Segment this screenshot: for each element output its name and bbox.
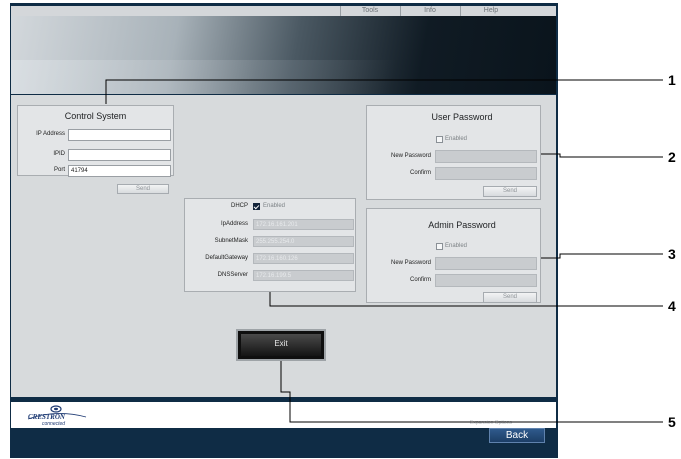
callout-4: 4 [668,298,676,314]
callout-lines [105,79,663,423]
callout-5: 5 [668,414,676,430]
callout-3: 3 [668,246,676,262]
callout-1: 1 [668,72,676,88]
callout-2: 2 [668,149,676,165]
